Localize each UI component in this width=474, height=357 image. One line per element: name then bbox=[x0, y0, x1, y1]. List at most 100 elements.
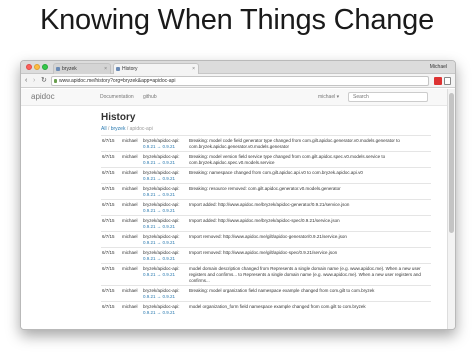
row-description: model organization_form field namespace … bbox=[188, 301, 431, 317]
tab-bar: bryzek × History × Michael bbox=[21, 61, 455, 75]
address-bar[interactable]: www.apidoc.me/history?org=bryzek&app=api… bbox=[51, 76, 429, 86]
row-app: bryzek/apidoc-api: 0.9.21 → 0.9.21 bbox=[142, 247, 188, 264]
extension-icon[interactable] bbox=[434, 77, 442, 85]
row-date: 6/7/15 bbox=[101, 135, 121, 152]
breadcrumb: All / bryzek / apidoc-api bbox=[101, 126, 153, 132]
row-description: Breaking: resource removed: com.gilt.api… bbox=[188, 183, 431, 200]
table-row: 6/7/15 michael bryzek/apidoc-api: 0.9.21 → … bbox=[101, 247, 431, 264]
url-text: www.apidoc.me/history?org=bryzek&app=api… bbox=[59, 78, 176, 84]
tab-label: bryzek bbox=[62, 66, 77, 72]
row-app: bryzek/apidoc-api: 0.9.21 → 0.9.21 bbox=[142, 285, 188, 302]
row-version-link[interactable]: 0.9.21 → 0.9.21 bbox=[143, 176, 187, 182]
row-user: michael bbox=[121, 247, 142, 264]
search-input[interactable] bbox=[348, 92, 428, 102]
page-scrollbar[interactable] bbox=[447, 89, 455, 329]
main-content: History All / bryzek / apidoc-api 6/7/15… bbox=[101, 109, 431, 317]
web-page: apidoc Documentation github michael ▾ Hi… bbox=[21, 89, 449, 329]
row-app: bryzek/apidoc-api: 0.9.21 → 0.9.21 bbox=[142, 199, 188, 216]
row-version-link[interactable]: 0.9.21 → 0.9.21 bbox=[143, 294, 187, 300]
row-app: bryzek/apidoc-api: 0.9.21 → 0.9.21 bbox=[142, 301, 188, 317]
close-window-button[interactable] bbox=[26, 64, 32, 70]
back-arrow-icon[interactable]: ‹ bbox=[25, 76, 27, 85]
row-description: Breaking: namespace changed from com.gil… bbox=[188, 167, 431, 184]
row-date: 6/7/15 bbox=[101, 285, 121, 302]
brand-logo[interactable]: apidoc bbox=[31, 92, 55, 101]
nav-github-link[interactable]: github bbox=[143, 94, 157, 100]
row-version-link[interactable]: 0.9.21 → 0.9.21 bbox=[143, 208, 187, 214]
table-row: 6/7/15 michael bryzek/apidoc-api: 0.9.21 → … bbox=[101, 285, 431, 302]
table-row: 6/7/15 michael bryzek/apidoc-api: 0.9.21 → … bbox=[101, 135, 431, 152]
row-date: 6/7/15 bbox=[101, 151, 121, 168]
tab-close-icon[interactable]: × bbox=[104, 64, 107, 74]
row-app: bryzek/apidoc-api: 0.9.21 → 0.9.21 bbox=[142, 135, 188, 152]
row-date: 6/7/15 bbox=[101, 247, 121, 264]
table-row: 6/7/15 michael bryzek/apidoc-api: 0.9.21 → … bbox=[101, 301, 431, 317]
menu-icon[interactable] bbox=[444, 77, 451, 85]
row-version-link[interactable]: 0.9.21 → 0.9.21 bbox=[143, 192, 187, 198]
row-date: 6/7/15 bbox=[101, 215, 121, 232]
row-description: model domain description changed from Re… bbox=[188, 263, 431, 286]
row-description: Breaking: model code field generator typ… bbox=[188, 135, 431, 152]
row-app: bryzek/apidoc-api: 0.9.21 → 0.9.21 bbox=[142, 167, 188, 184]
breadcrumb-all-link[interactable]: All bbox=[101, 126, 107, 132]
tab-label: History bbox=[122, 66, 138, 72]
row-version-link[interactable]: 0.9.21 → 0.9.21 bbox=[143, 240, 187, 246]
table-row: 6/7/15 michael bryzek/apidoc-api: 0.9.21 → … bbox=[101, 167, 431, 184]
history-table-body: 6/7/15 michael bryzek/apidoc-api: 0.9.21 → … bbox=[101, 135, 431, 317]
browser-toolbar: ‹ › ↻ www.apidoc.me/history?org=bryzek&a… bbox=[21, 74, 455, 88]
page-title: History bbox=[101, 112, 136, 123]
favicon-icon bbox=[116, 67, 120, 71]
row-date: 6/7/15 bbox=[101, 263, 121, 286]
row-description: Breaking: model version field service ty… bbox=[188, 151, 431, 168]
row-date: 6/7/15 bbox=[101, 301, 121, 317]
scrollbar-thumb[interactable] bbox=[449, 93, 454, 233]
table-row: 6/7/15 michael bryzek/apidoc-api: 0.9.21 → … bbox=[101, 183, 431, 200]
row-app: bryzek/apidoc-api: 0.9.21 → 0.9.21 bbox=[142, 151, 188, 168]
browser-window: bryzek × History × Michael ‹ › ↻ www.api… bbox=[20, 60, 456, 330]
row-user: michael bbox=[121, 167, 142, 184]
forward-arrow-icon[interactable]: › bbox=[33, 76, 35, 85]
row-version-link[interactable]: 0.9.21 → 0.9.21 bbox=[143, 256, 187, 262]
row-version-link[interactable]: 0.9.21 → 0.9.21 bbox=[143, 144, 187, 150]
row-description: Breaking: model organization field names… bbox=[188, 285, 431, 302]
row-user: michael bbox=[121, 199, 142, 216]
row-app: bryzek/apidoc-api: 0.9.21 → 0.9.21 bbox=[142, 183, 188, 200]
table-row: 6/7/15 michael bryzek/apidoc-api: 0.9.21 → … bbox=[101, 263, 431, 286]
row-version-link[interactable]: 0.9.21 → 0.9.21 bbox=[143, 272, 187, 278]
row-date: 6/7/15 bbox=[101, 231, 121, 248]
row-version-link[interactable]: 0.9.21 → 0.9.21 bbox=[143, 310, 187, 316]
nav-documentation-link[interactable]: Documentation bbox=[100, 94, 134, 100]
table-row: 6/7/15 michael bryzek/apidoc-api: 0.9.21 → … bbox=[101, 199, 431, 216]
maximize-window-button[interactable] bbox=[42, 64, 48, 70]
profile-name[interactable]: Michael bbox=[430, 62, 447, 72]
table-row: 6/7/15 michael bryzek/apidoc-api: 0.9.21 → … bbox=[101, 231, 431, 248]
favicon-icon bbox=[56, 67, 60, 71]
minimize-window-button[interactable] bbox=[34, 64, 40, 70]
row-date: 6/7/15 bbox=[101, 199, 121, 216]
tab-bryzek[interactable]: bryzek × bbox=[53, 63, 111, 74]
row-description: Import added: http://www.apidoc.me/bryze… bbox=[188, 199, 431, 216]
row-user: michael bbox=[121, 263, 142, 286]
row-user: michael bbox=[121, 215, 142, 232]
table-row: 6/7/15 michael bryzek/apidoc-api: 0.9.21 → … bbox=[101, 215, 431, 232]
row-version-link[interactable]: 0.9.21 → 0.9.21 bbox=[143, 224, 187, 230]
user-menu-dropdown[interactable]: michael ▾ bbox=[318, 94, 339, 100]
site-navbar: apidoc Documentation github michael ▾ bbox=[21, 89, 449, 106]
row-user: michael bbox=[121, 301, 142, 317]
row-user: michael bbox=[121, 231, 142, 248]
row-app: bryzek/apidoc-api: 0.9.21 → 0.9.21 bbox=[142, 215, 188, 232]
row-version-link[interactable]: 0.9.21 → 0.9.21 bbox=[143, 160, 187, 166]
row-date: 6/7/15 bbox=[101, 183, 121, 200]
slide-title: Knowing When Things Change bbox=[39, 4, 435, 36]
breadcrumb-org-link[interactable]: bryzek bbox=[111, 126, 126, 132]
site-info-icon bbox=[54, 79, 57, 83]
row-app: bryzek/apidoc-api: 0.9.21 → 0.9.21 bbox=[142, 263, 188, 286]
row-user: michael bbox=[121, 183, 142, 200]
row-user: michael bbox=[121, 151, 142, 168]
row-date: 6/7/15 bbox=[101, 167, 121, 184]
row-description: Import removed: http://www.apidoc.me/gil… bbox=[188, 231, 431, 248]
breadcrumb-current: apidoc-api bbox=[129, 126, 153, 132]
tab-close-icon[interactable]: × bbox=[192, 64, 195, 74]
row-app: bryzek/apidoc-api: 0.9.21 → 0.9.21 bbox=[142, 231, 188, 248]
reload-icon[interactable]: ↻ bbox=[41, 76, 47, 85]
